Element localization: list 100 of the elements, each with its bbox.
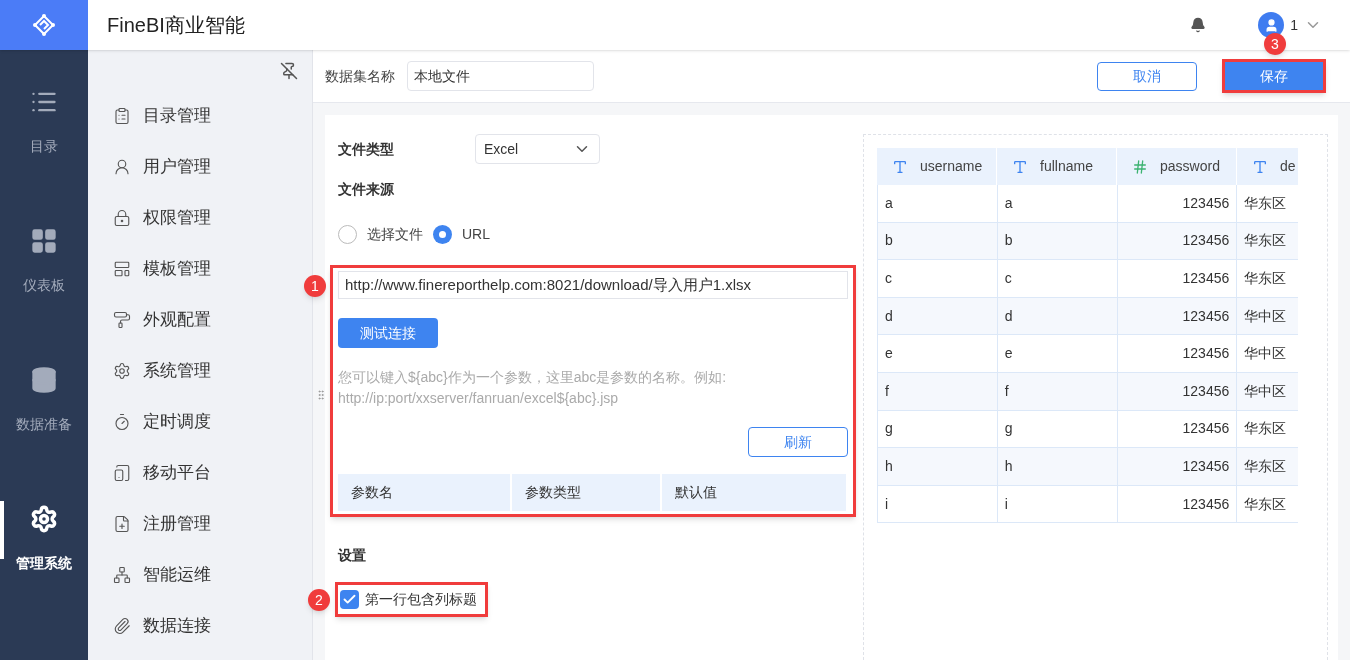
table-cell: 华东区 xyxy=(1237,222,1298,260)
annotation-badge: 1 xyxy=(304,275,326,297)
unpin-icon[interactable] xyxy=(280,62,298,80)
header-row-checkbox[interactable]: 第一行包含列标题 xyxy=(340,589,477,610)
table-cell: 123456 xyxy=(1117,297,1238,335)
menu-item[interactable]: 系统管理 xyxy=(88,345,312,396)
dataset-name-label: 数据集名称 xyxy=(325,66,395,86)
drag-handle-icon[interactable] xyxy=(315,389,327,401)
number-type-icon xyxy=(1132,158,1148,175)
table-cell: 华东区 xyxy=(1237,485,1298,523)
table-cell: 华东区 xyxy=(1237,260,1298,297)
hint-text: http://ip:port/xxserver/fanruan/excel${abc}.jsp xyxy=(338,389,620,408)
refresh-button[interactable]: 刷新 xyxy=(748,427,848,457)
hint-text: 您可以键入${abc}作为一个参数，这里abc是参数的名称。例如: xyxy=(338,368,728,387)
timer-icon xyxy=(113,412,131,431)
rail-item[interactable]: 目录 xyxy=(0,88,88,227)
file-plus-icon xyxy=(113,514,131,533)
settings-icon xyxy=(30,505,58,533)
table-cell: c xyxy=(878,260,998,297)
logo-icon xyxy=(32,13,56,37)
table-cell: f xyxy=(878,372,998,410)
menu-item[interactable]: 外观配置 xyxy=(88,294,312,345)
table-cell: b xyxy=(997,222,1118,260)
list-icon xyxy=(113,106,131,125)
table-cell: b xyxy=(878,222,998,260)
menu-item[interactable]: 移动平台 xyxy=(88,447,312,498)
table-cell: d xyxy=(878,297,998,335)
template-icon xyxy=(113,259,131,278)
menu-item[interactable]: 权限管理 xyxy=(88,192,312,243)
menu-item[interactable]: 用户管理 xyxy=(88,141,312,192)
table-cell: 123456 xyxy=(1117,485,1238,523)
table-cell: f xyxy=(997,372,1118,410)
table-cell: 123456 xyxy=(1117,335,1238,372)
tablet-icon xyxy=(113,463,131,482)
table-cell: 123456 xyxy=(1117,448,1238,485)
menu-item[interactable]: 目录管理 xyxy=(88,90,312,141)
table-cell: 华中区 xyxy=(1237,335,1298,372)
radio-option[interactable]: URL xyxy=(433,224,490,245)
table-cell: i xyxy=(997,485,1118,523)
user-name[interactable]: 1 xyxy=(1290,14,1298,36)
table-cell: i xyxy=(878,485,998,523)
table-cell: 华中区 xyxy=(1237,297,1298,335)
table-cell: 123456 xyxy=(1117,372,1238,410)
table-cell: 123456 xyxy=(1117,222,1238,260)
radio-option[interactable]: 选择文件 xyxy=(338,224,423,245)
text-type-icon xyxy=(1012,158,1028,175)
rail-item[interactable]: 数据准备 xyxy=(0,366,88,505)
avatar-icon[interactable] xyxy=(1258,12,1285,38)
menu-item[interactable]: 定时调度 xyxy=(88,396,312,447)
url-field[interactable]: http://www.finereporthelp.com:8021/download/导入用户1.xlsx xyxy=(338,271,848,299)
app-title: FineBI商业智能 xyxy=(107,13,245,38)
table-cell: g xyxy=(997,410,1118,448)
table-cell: c xyxy=(997,260,1118,297)
network-icon xyxy=(113,565,131,584)
table-cell: a xyxy=(878,185,998,222)
table-cell: 123456 xyxy=(1117,260,1238,297)
table-cell: 华中区 xyxy=(1237,372,1298,410)
bell-icon[interactable] xyxy=(1190,17,1207,33)
test-connection-button[interactable]: 测试连接 xyxy=(338,318,438,348)
checkbox-checked[interactable] xyxy=(340,590,359,609)
table-cell: g xyxy=(878,410,998,448)
text-type-icon xyxy=(1252,158,1268,175)
settings-label: 设置 xyxy=(338,546,367,565)
table-cell: e xyxy=(997,335,1118,372)
cancel-button[interactable]: 取消 xyxy=(1097,61,1197,91)
file-type-dropdown[interactable]: Excel xyxy=(475,134,600,164)
rail-item[interactable]: 管理系统 xyxy=(0,505,88,644)
rail-item[interactable]: 仪表板 xyxy=(0,227,88,366)
annotation-badge: 2 xyxy=(308,589,330,611)
table-cell: a xyxy=(997,185,1118,222)
selection-bar xyxy=(0,501,4,559)
menu-item[interactable]: 注册管理 xyxy=(88,498,312,549)
dashboard-icon xyxy=(30,227,58,255)
radio-unselected[interactable] xyxy=(338,225,357,244)
table-cell: 123456 xyxy=(1117,185,1238,222)
table-cell: h xyxy=(878,448,998,485)
table-cell: 华东区 xyxy=(1237,410,1298,448)
paperclip-icon xyxy=(113,616,131,635)
radio-selected[interactable] xyxy=(433,225,452,244)
settings-icon xyxy=(113,361,131,380)
table-cell: h xyxy=(997,448,1118,485)
annotation-badge: 3 xyxy=(1264,33,1286,55)
save-button[interactable]: 保存 xyxy=(1225,62,1323,90)
text-type-icon xyxy=(892,158,908,175)
user-icon xyxy=(113,157,131,176)
column-header: 参数类型 xyxy=(512,474,662,511)
file-source-label: 文件来源 xyxy=(338,180,395,199)
column-header: 参数名 xyxy=(338,474,512,511)
lock-icon xyxy=(113,208,131,227)
table-cell: 华东区 xyxy=(1237,448,1298,485)
table-cell: d xyxy=(997,297,1118,335)
logo-tile[interactable] xyxy=(0,0,88,50)
table-cell: e xyxy=(878,335,998,372)
table-cell: 123456 xyxy=(1117,410,1238,448)
file-type-label: 文件类型 xyxy=(338,139,395,159)
column-header: 默认值 xyxy=(662,474,848,511)
dataset-name-field[interactable]: 本地文件 xyxy=(407,61,594,91)
table-cell: 华东区 xyxy=(1237,185,1298,222)
paint-roller-icon xyxy=(113,310,131,329)
database-icon xyxy=(30,366,58,394)
